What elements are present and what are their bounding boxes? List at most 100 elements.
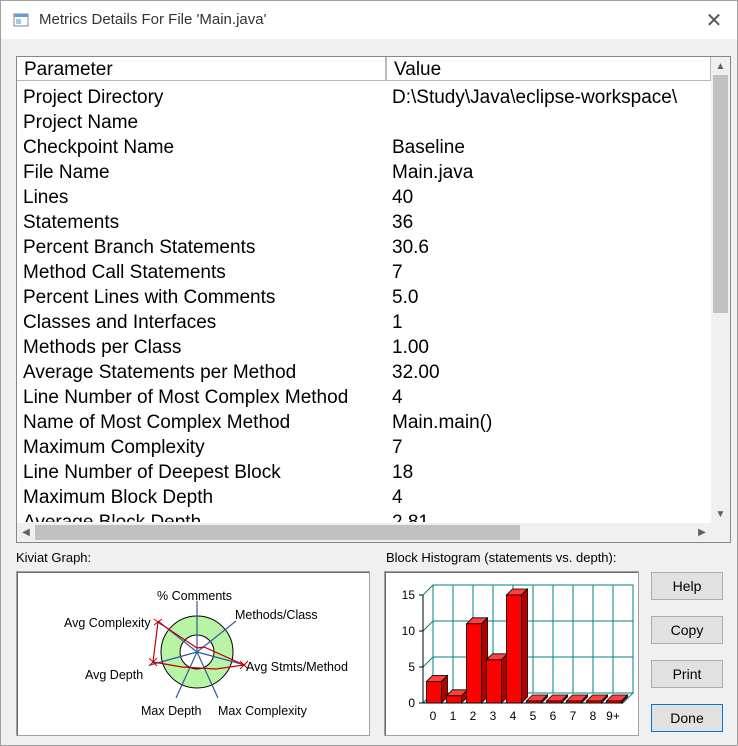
histogram-x-tick-label: 6 xyxy=(550,709,557,723)
app-icon xyxy=(13,13,29,27)
scroll-up-icon[interactable]: ▲ xyxy=(711,57,730,75)
scroll-right-icon[interactable]: ▶ xyxy=(693,523,711,542)
histogram-x-tick-label: 8 xyxy=(590,709,597,723)
value-cell: 30.6 xyxy=(392,237,429,258)
value-cell: 7 xyxy=(392,437,403,458)
kiviat-axis-label: Avg Complexity xyxy=(64,616,151,630)
histogram-bar-side xyxy=(521,588,528,704)
histogram-bar xyxy=(546,700,562,704)
table-row[interactable]: Maximum Complexity 7 xyxy=(17,435,711,460)
kiviat-axis-label: Max Depth xyxy=(141,704,201,718)
histogram-svg: 0510150 1 2 3 4 5 6 7 8 9+ xyxy=(402,584,635,723)
kiviat-axis-label: % Comments xyxy=(157,589,232,603)
value-cell: D:\Study\Java\eclipse-workspace\ xyxy=(392,87,678,108)
value-cell: 32.00 xyxy=(392,362,440,383)
parameter-cell: Method Call Statements xyxy=(23,262,226,283)
table-row[interactable]: Checkpoint Name Baseline xyxy=(17,135,711,160)
block-histogram: 0 5 10 15 0 1 2 3 4 5 6 7 8 9+ xyxy=(384,571,639,736)
copy-button[interactable]: Copy xyxy=(651,616,723,644)
parameter-cell: Maximum Block Depth xyxy=(23,487,214,508)
histogram-y-tick-label: 10 xyxy=(402,624,416,638)
vertical-scroll-thumb[interactable] xyxy=(713,75,728,313)
done-button[interactable]: Done xyxy=(651,704,723,732)
horizontal-scrollbar[interactable]: ◀ ▶ xyxy=(17,523,711,542)
parameter-cell: Average Statements per Method xyxy=(23,362,297,383)
table-row[interactable]: Project Directory D:\Study\Java\eclipse-w… xyxy=(17,85,711,110)
table-row[interactable]: Project Name xyxy=(17,110,711,135)
print-button[interactable]: Print xyxy=(651,660,723,688)
table-row[interactable]: Percent Lines with Comments 5.0 xyxy=(17,285,711,310)
histogram-x-tick-label: 3 xyxy=(490,709,497,723)
histogram-bar xyxy=(486,659,502,704)
kiviat-axis-label: Avg Depth xyxy=(85,668,143,682)
help-button[interactable]: Help xyxy=(651,572,723,600)
parameter-cell: Lines xyxy=(23,187,69,208)
histogram-x-tick-label: 9+ xyxy=(606,709,620,723)
table-row[interactable]: Average Statements per Method 32.00 xyxy=(17,360,711,385)
value-cell: 4 xyxy=(392,387,403,408)
histogram-x-tick-label: 2 xyxy=(470,709,477,723)
parameter-cell: Classes and Interfaces xyxy=(23,312,217,333)
histogram-x-tick-label: 4 xyxy=(510,709,517,723)
parameter-cell: Line Number of Deepest Block xyxy=(23,462,281,483)
table-row[interactable]: Classes and Interfaces 1 xyxy=(17,310,711,335)
parameter-cell: Percent Lines with Comments xyxy=(23,287,276,308)
histogram-x-tick-label: 7 xyxy=(570,709,577,723)
histogram-bar xyxy=(606,700,622,704)
parameter-cell: Statements xyxy=(23,212,120,233)
column-header-value[interactable]: Value xyxy=(386,57,711,81)
table-row[interactable]: Lines 40 xyxy=(17,185,711,210)
horizontal-scroll-thumb[interactable] xyxy=(35,525,520,540)
metrics-details-dialog: Metrics Details For File 'Main.java' ✕ P… xyxy=(0,0,738,746)
vertical-scrollbar[interactable]: ▲ ▼ xyxy=(711,57,730,523)
value-cell: 40 xyxy=(392,187,414,208)
parameter-cell: Percent Branch Statements xyxy=(23,237,256,258)
kiviat-axis-label: Max Complexity xyxy=(218,704,308,718)
window-title: Metrics Details For File 'Main.java' xyxy=(39,11,267,28)
value-cell: 18 xyxy=(392,462,414,483)
parameter-cell: Average Block Depth xyxy=(17,510,386,522)
histogram-x-tick-label: 1 xyxy=(450,709,457,723)
table-row[interactable]: Line Number of Most Complex Method 4 xyxy=(17,385,711,410)
table-body: Project Directory D:\Study\Java\eclipse-w… xyxy=(17,85,711,522)
title-bar: Metrics Details For File 'Main.java' ✕ xyxy=(1,1,737,39)
value-cell: Main.main() xyxy=(392,412,493,433)
column-header-parameter[interactable]: Parameter xyxy=(17,57,386,81)
histogram-y-tick-label: 0 xyxy=(408,696,415,710)
histogram-bar xyxy=(526,700,542,704)
histogram-bar xyxy=(426,681,442,704)
close-icon[interactable]: ✕ xyxy=(691,1,737,39)
table-row[interactable]: Line Number of Deepest Block 18 xyxy=(17,460,711,485)
parameter-cell: Maximum Complexity xyxy=(23,437,205,458)
scroll-left-icon[interactable]: ◀ xyxy=(17,523,35,542)
histogram-bar xyxy=(446,695,462,704)
parameter-cell: Project Name xyxy=(23,112,139,133)
value-cell: 4 xyxy=(392,487,403,508)
histogram-bar xyxy=(566,700,582,704)
value-cell xyxy=(386,110,711,135)
kiviat-axis-label: Methods/Class xyxy=(235,608,318,622)
kiviat-svg: % Comments Methods/Class Avg Stmts/Metho… xyxy=(64,589,348,718)
kiviat-graph: % Comments Methods/Class Avg Stmts/Metho… xyxy=(16,571,370,736)
value-cell: 5.0 xyxy=(392,287,419,308)
table-row[interactable]: Name of Most Complex Method Main.main() xyxy=(17,410,711,435)
table-row[interactable]: Methods per Class 1.00 xyxy=(17,335,711,360)
value-cell: 7 xyxy=(392,262,403,283)
histogram-grid-line xyxy=(422,584,434,596)
parameter-cell: Line Number of Most Complex Method xyxy=(23,387,349,408)
histogram-x-tick-label: 0 xyxy=(430,709,437,723)
table-row[interactable]: Percent Branch Statements 30.6 xyxy=(17,235,711,260)
table-row[interactable]: Method Call Statements 7 xyxy=(17,260,711,285)
table-row[interactable]: Statements 36 xyxy=(17,210,711,235)
value-cell: Baseline xyxy=(392,137,465,158)
scroll-down-icon[interactable]: ▼ xyxy=(711,505,730,523)
table-row[interactable]: Average Block Depth2.81 xyxy=(17,510,711,522)
scroll-corner xyxy=(711,523,730,542)
value-cell: Main.java xyxy=(392,162,474,183)
histogram-bar xyxy=(586,700,602,704)
table-row[interactable]: Maximum Block Depth 4 xyxy=(17,485,711,510)
table-row[interactable]: File Name Main.java xyxy=(17,160,711,185)
histogram-y-tick-label: 5 xyxy=(408,660,415,674)
parameter-cell: Name of Most Complex Method xyxy=(23,412,291,433)
parameter-cell: File Name xyxy=(23,162,110,183)
